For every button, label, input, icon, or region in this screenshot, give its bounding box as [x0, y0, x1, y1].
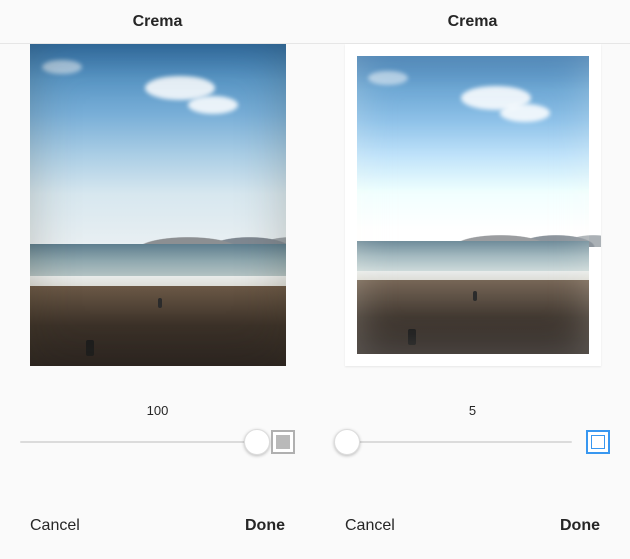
- cancel-button[interactable]: Cancel: [30, 517, 80, 535]
- intensity-slider[interactable]: [20, 428, 257, 456]
- filter-pane-left: Crema 100: [0, 0, 315, 559]
- slider-value-label: 100: [147, 403, 169, 418]
- filter-controls: 100: [0, 389, 315, 479]
- slider-thumb[interactable]: [244, 429, 270, 455]
- slider-thumb[interactable]: [334, 429, 360, 455]
- photo-preview[interactable]: [345, 44, 601, 366]
- filter-pane-right: Crema 5: [315, 0, 630, 559]
- cancel-button[interactable]: Cancel: [345, 517, 395, 535]
- done-button[interactable]: Done: [560, 517, 600, 535]
- slider-value-label: 5: [469, 403, 476, 418]
- filter-title: Crema: [315, 0, 630, 44]
- filter-title: Crema: [0, 0, 315, 44]
- footer-bar: Cancel Done: [0, 499, 315, 559]
- done-button[interactable]: Done: [245, 517, 285, 535]
- photo-canvas: [0, 44, 315, 389]
- footer-bar: Cancel Done: [315, 499, 630, 559]
- photo-preview[interactable]: [30, 44, 286, 366]
- filter-controls: 5: [315, 389, 630, 479]
- frame-toggle[interactable]: [271, 430, 295, 454]
- frame-toggle[interactable]: [586, 430, 610, 454]
- intensity-slider[interactable]: [335, 428, 572, 456]
- photo-canvas: [315, 44, 630, 389]
- filter-compare-view: Crema 100: [0, 0, 630, 559]
